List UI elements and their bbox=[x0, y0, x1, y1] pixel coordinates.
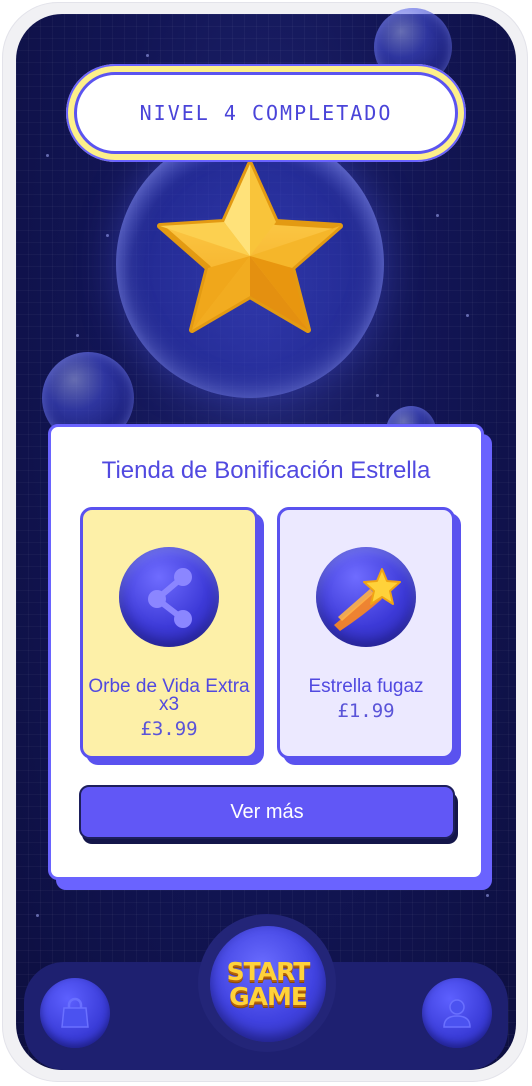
star-dot bbox=[466, 314, 469, 317]
shop-nav-button[interactable] bbox=[40, 978, 110, 1048]
star-dot bbox=[436, 214, 439, 217]
star-dot bbox=[376, 394, 379, 397]
see-more-button[interactable]: Ver más bbox=[79, 785, 455, 839]
orb-icon bbox=[119, 547, 219, 647]
gold-star-icon bbox=[157, 161, 343, 333]
share-nodes-icon bbox=[148, 568, 192, 628]
star-dot bbox=[36, 914, 39, 917]
start-game-button[interactable]: START GAME bbox=[210, 926, 326, 1042]
item-name-quantity: x3 bbox=[158, 694, 180, 715]
star-dot bbox=[76, 334, 79, 337]
orb-icon bbox=[316, 547, 416, 647]
shop-item-shooting-star[interactable]: Estrella fugaz £1.99 bbox=[277, 507, 455, 759]
shopping-bag-icon bbox=[61, 997, 89, 1028]
user-icon bbox=[443, 999, 471, 1028]
star-dot bbox=[146, 54, 149, 57]
star-dot bbox=[46, 154, 49, 157]
start-label: START bbox=[226, 957, 311, 986]
level-complete-text: NIVEL 4 COMPLETADO bbox=[139, 101, 393, 125]
shop-title: Tienda de Bonificación Estrella bbox=[101, 457, 431, 484]
star-dot bbox=[486, 894, 489, 897]
profile-nav-button[interactable] bbox=[422, 978, 492, 1048]
item-price: £3.99 bbox=[140, 718, 198, 740]
star-dot bbox=[106, 234, 109, 237]
game-label: GAME bbox=[229, 982, 308, 1011]
shooting-star-icon bbox=[334, 568, 401, 631]
shop-item-extra-life-orb[interactable]: Orbe de Vida Extra x3 £3.99 bbox=[80, 507, 258, 759]
item-price: £1.99 bbox=[337, 700, 395, 722]
see-more-label: Ver más bbox=[230, 800, 304, 823]
level-complete-banner: NIVEL 4 COMPLETADO bbox=[66, 64, 466, 162]
item-name: Estrella fugaz bbox=[308, 676, 424, 697]
